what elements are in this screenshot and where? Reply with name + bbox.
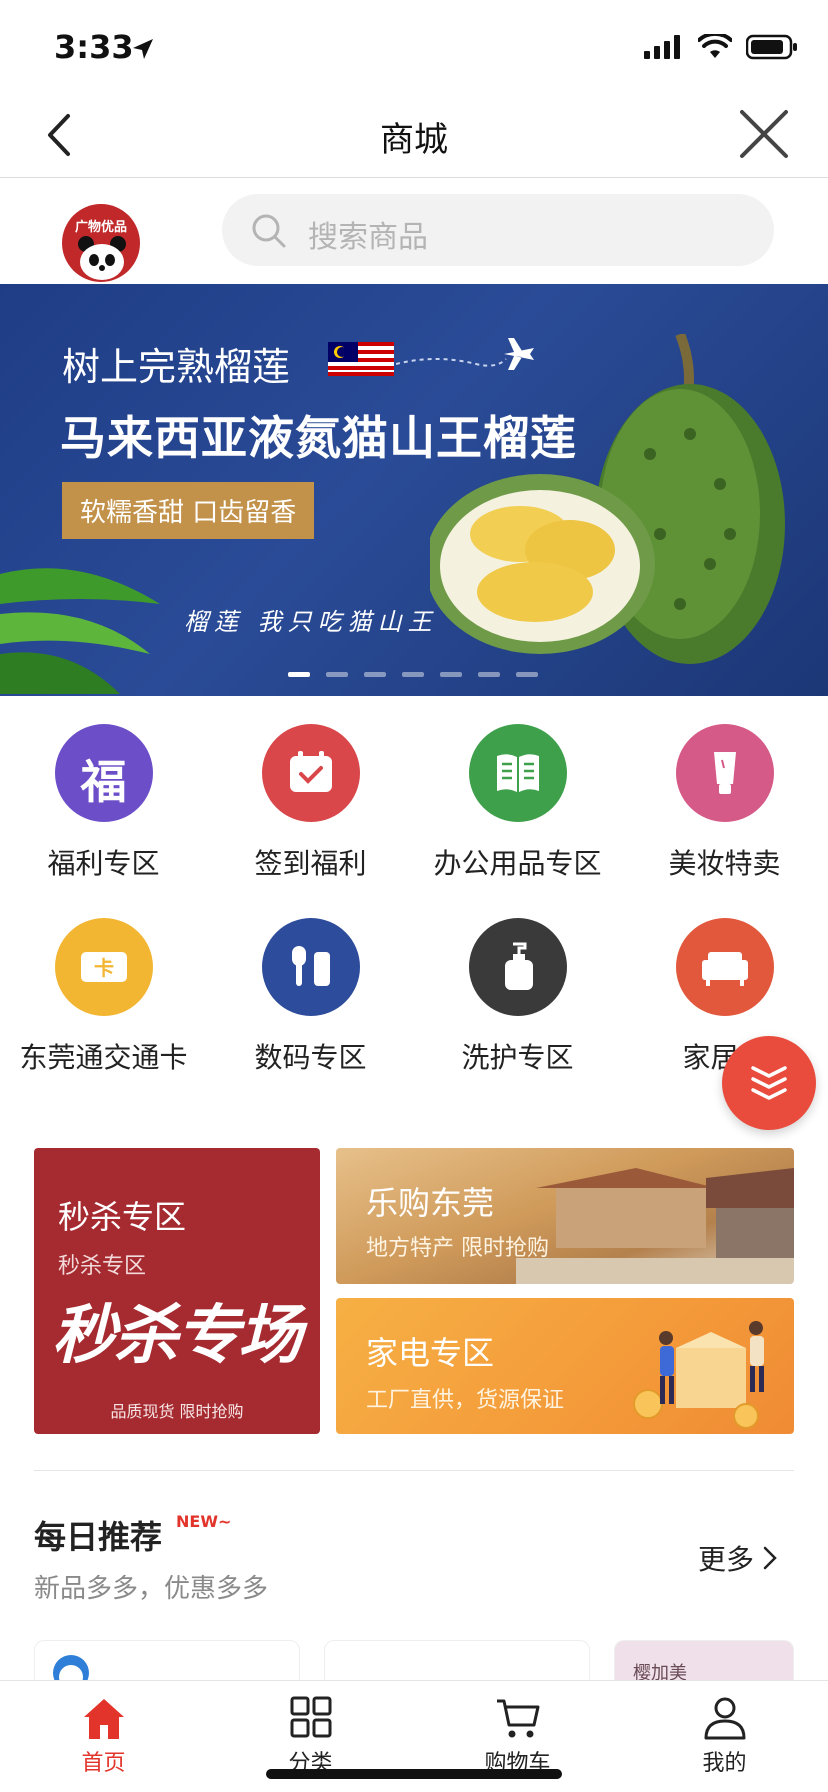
banner-dot[interactable] [326,672,348,677]
logo-text: 广物优品 [74,220,127,235]
search-icon [252,214,286,248]
banner-dot[interactable] [440,672,462,677]
home-indicator [266,1769,562,1779]
seckill-footer: 品质现货 限时抢购 [110,1402,244,1421]
search-placeholder: 搜索商品 [308,220,428,255]
appliance-title: 家电专区 [366,1334,495,1372]
banner-dot[interactable] [478,672,500,677]
user-icon [704,1697,745,1740]
category-digital[interactable]: 数码专区 [207,918,414,1076]
promo-seckill-card[interactable]: 秒杀专区 秒杀专区 秒杀专场 品质现货 限时抢购 [34,1148,320,1434]
more-link[interactable]: 更多 [698,1538,778,1578]
seckill-title: 秒杀专区 [58,1198,187,1236]
sofa-icon [675,918,774,1016]
category-label: 洗护专区 [461,1041,574,1074]
village-illustration [516,1168,794,1284]
wifi-icon [698,34,732,58]
category-wash-care[interactable]: 洗护专区 [414,918,621,1076]
banner-slogan: 榴莲 我只吃猫山王 [184,608,438,636]
banner-dot[interactable] [402,672,424,677]
category-transit-card[interactable]: 卡 东莞通交通卡 [0,918,207,1076]
search-input[interactable]: 搜索商品 [222,194,774,266]
page-title: 商城 [380,120,448,160]
fu-icon: 福 [54,724,153,822]
more-label: 更多 [697,1543,754,1576]
category-label: 数码专区 [254,1041,367,1074]
category-office[interactable]: 办公用品专区 [414,724,621,882]
svg-text:卡: 卡 [94,956,114,980]
calendar-check-icon [261,724,360,822]
banner-dot-active[interactable] [288,672,310,677]
nav-bar: 商城 [0,92,828,178]
banner-pagination [288,672,538,677]
tab-label: 我的 [702,1751,747,1776]
banner-dot[interactable] [516,672,538,677]
card-icon: 卡 [54,918,153,1016]
category-label: 东莞通交通卡 [19,1041,188,1074]
search-row: 广物优品 搜索商品 [0,178,828,284]
gift-box-illustration [633,1321,764,1429]
chevron-right-icon [763,1546,777,1570]
local-title: 乐购东莞 [366,1184,495,1222]
seckill-art-text: 秒杀专场 [52,1299,302,1373]
tab-cart[interactable]: 购物车 [414,1695,621,1777]
earbuds-icon [261,918,360,1016]
cosmetics-icon [675,724,774,822]
malaysia-flag-icon [328,342,394,376]
durian-image [430,334,785,664]
appliance-subtitle: 工厂直供，货源保证 [366,1388,565,1413]
category-beauty[interactable]: 美妆特卖 [621,724,828,882]
panda-icon [78,236,126,280]
local-subtitle: 地方特产 限时抢购 [366,1236,549,1261]
category-label: 办公用品专区 [433,847,602,880]
tab-category[interactable]: 分类 [207,1695,414,1777]
category-label: 福利专区 [47,847,160,880]
signal-icon [644,35,680,59]
cart-icon [496,1699,539,1738]
close-icon[interactable] [736,106,792,162]
daily-subtitle: 新品多多，优惠多多 [34,1574,269,1604]
section-divider [34,1470,794,1471]
category-label: 美妆特卖 [668,847,781,880]
tab-label: 首页 [81,1751,126,1776]
pump-bottle-icon [468,918,567,1016]
book-icon [468,724,567,822]
chevrons-down-icon [751,1066,787,1100]
status-icons [644,34,798,60]
banner-badge: 软糯香甜 口齿留香 [62,482,315,539]
location-arrow-icon [133,39,153,59]
floating-menu-button[interactable] [722,1036,816,1130]
store-logo[interactable]: 广物优品 [62,204,140,282]
status-bar: 3:33 [0,0,828,92]
status-time: 3:33 [54,28,134,66]
promo-local-card[interactable]: 乐购东莞 地方特产 限时抢购 [336,1148,794,1284]
banner-headline: 树上完熟榴莲 [62,345,291,389]
home-icon [83,1699,124,1739]
grid-icon [290,1696,331,1738]
tab-home[interactable]: 首页 [0,1695,207,1777]
promo-appliance-card[interactable]: 家电专区 工厂直供，货源保证 [336,1298,794,1434]
banner-dot[interactable] [364,672,386,677]
tab-bar: 首页 分类 购物车 我的 [0,1680,828,1792]
seckill-subtitle: 秒杀专区 [58,1254,147,1279]
daily-title: 每日推荐 [34,1518,163,1556]
tab-profile[interactable]: 我的 [621,1695,828,1777]
leaves-decoration [0,568,160,694]
battery-icon [746,34,797,60]
category-checkin[interactable]: 签到福利 [207,724,414,882]
category-welfare[interactable]: 福 福利专区 [0,724,207,882]
promo-banner[interactable]: 树上完熟榴莲 马来西亚液氮猫山王榴莲 软糯香甜 口齿留香 榴莲 我只吃猫山王 [0,284,828,696]
new-badge: NEW~ [176,1512,232,1531]
category-label: 签到福利 [254,847,367,880]
